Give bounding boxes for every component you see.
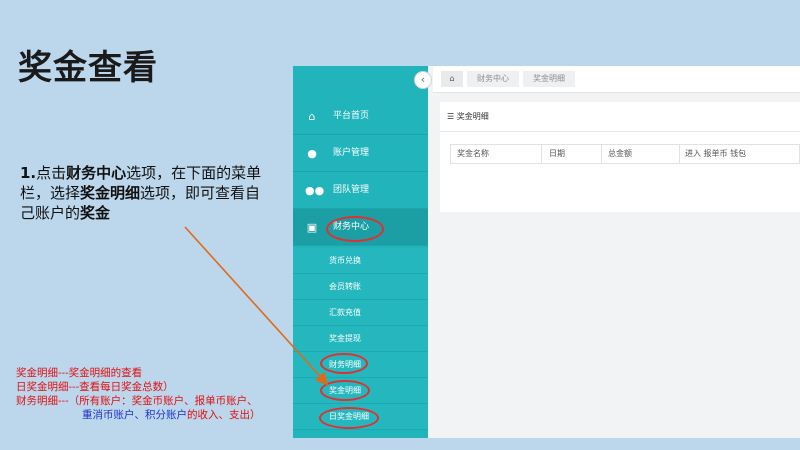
annotation-arrow bbox=[184, 226, 329, 386]
